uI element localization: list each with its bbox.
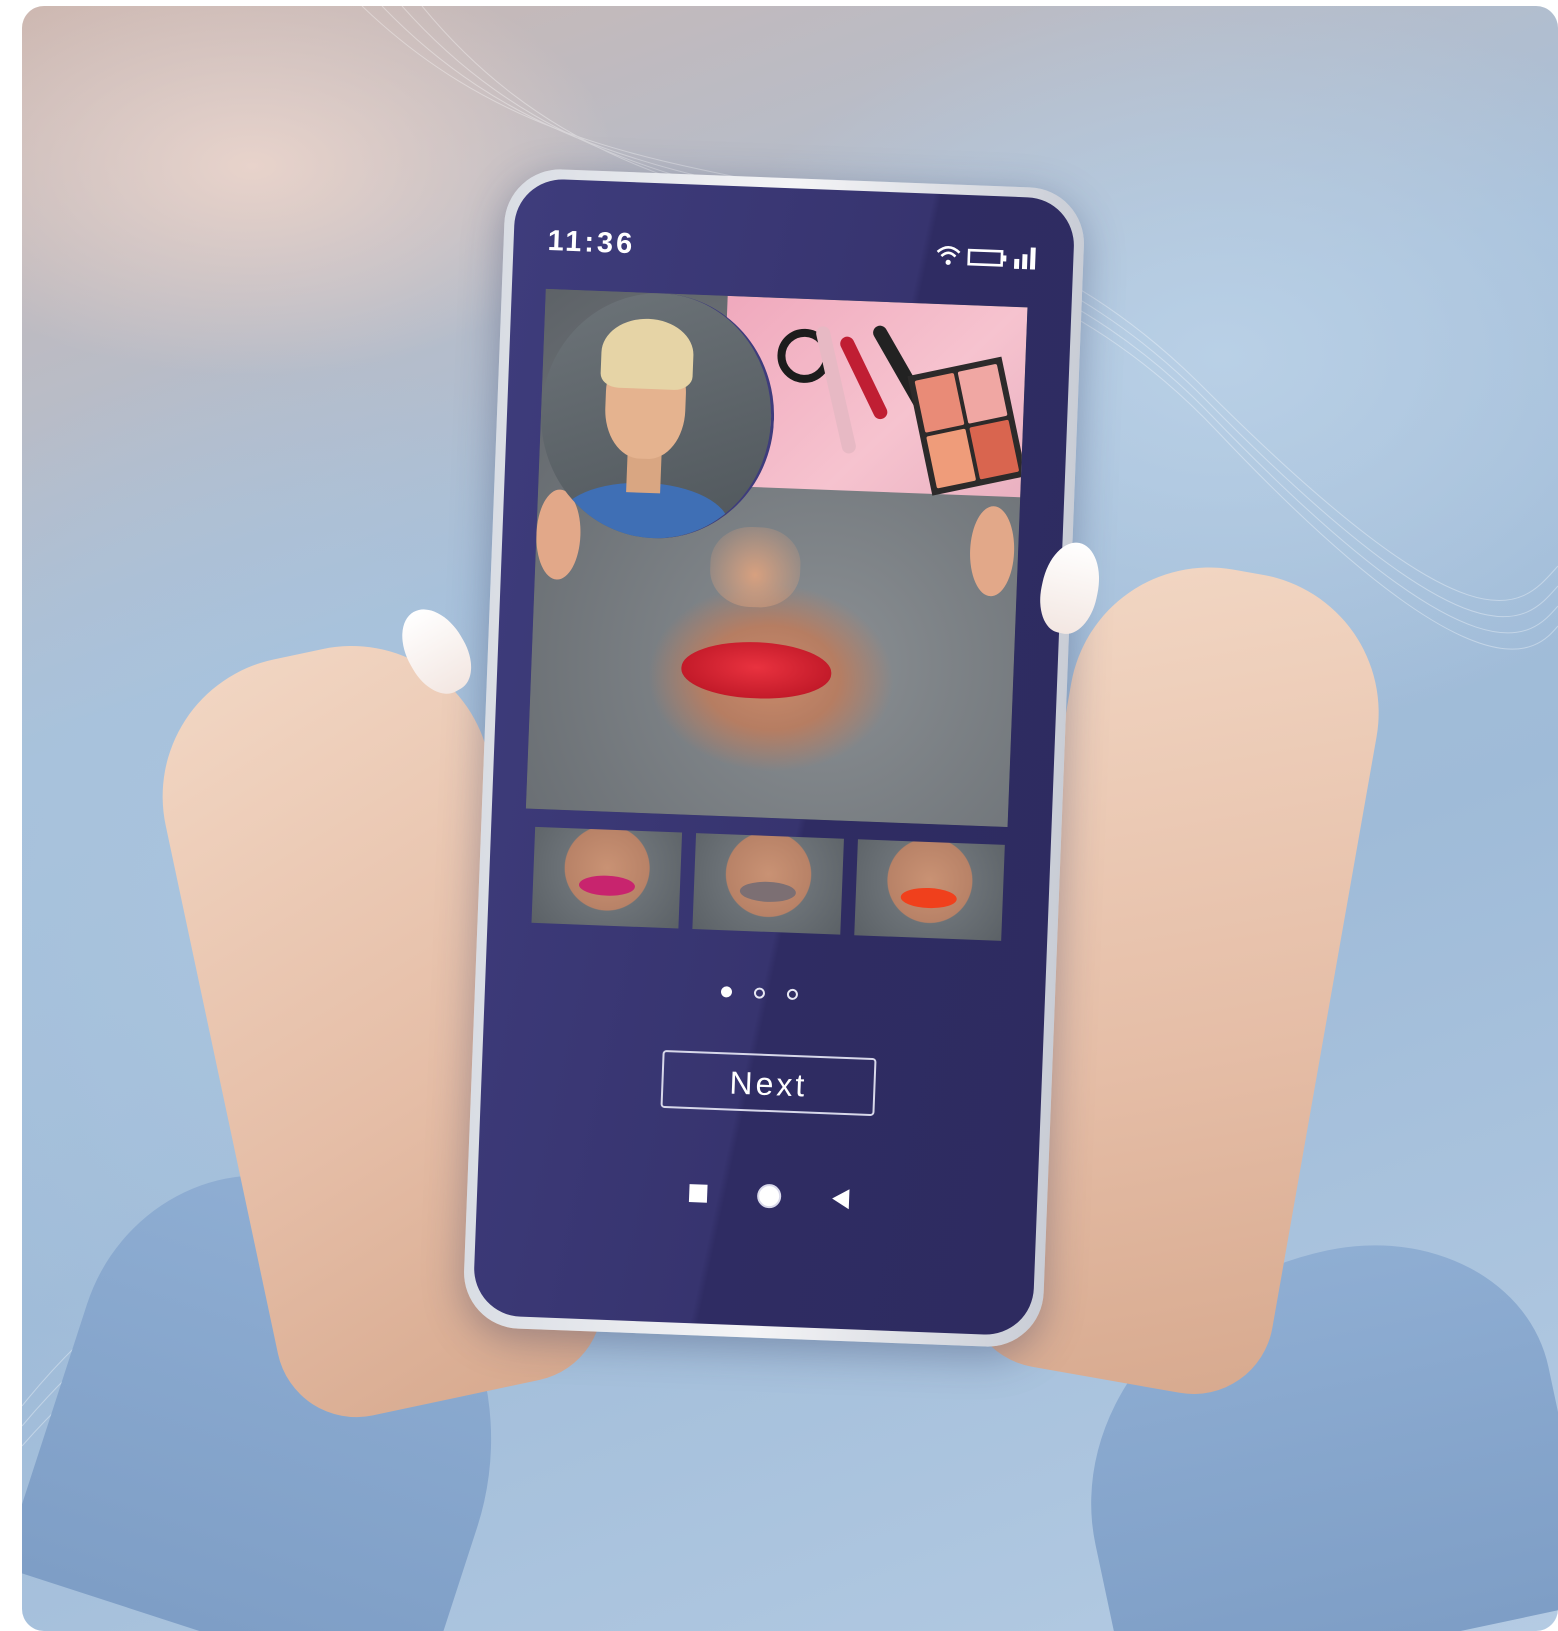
navigation-bar — [687, 1179, 852, 1213]
lipstick-option-orange-red[interactable] — [853, 839, 1005, 941]
status-time: 11:36 — [547, 224, 636, 261]
page-dot-1[interactable] — [720, 986, 733, 998]
lipstick-options — [531, 826, 1005, 941]
battery-icon — [967, 248, 1007, 267]
status-icons — [935, 242, 1040, 270]
lips-swatch — [739, 880, 797, 903]
background-photo: 11:36 Next — [22, 6, 1558, 1631]
wifi-icon — [936, 246, 961, 265]
pagination-dots — [720, 986, 799, 1001]
back-icon[interactable] — [829, 1186, 852, 1211]
page-dot-2[interactable] — [753, 987, 766, 999]
page-dot-3[interactable] — [786, 988, 799, 1001]
next-button[interactable]: Next — [660, 1049, 877, 1117]
lips-swatch — [900, 886, 958, 910]
lips-swatch — [578, 874, 635, 897]
lipstick-option-magenta[interactable] — [531, 826, 683, 929]
makeup-preview-image — [525, 288, 1028, 828]
blush-palette — [907, 356, 1027, 496]
smartphone: 11:36 Next — [461, 167, 1087, 1349]
lipstick-option-taupe[interactable] — [692, 833, 844, 935]
phone-screen: 11:36 Next — [472, 177, 1076, 1337]
home-icon[interactable] — [755, 1182, 784, 1211]
recents-icon[interactable] — [687, 1182, 710, 1205]
signal-icon — [1013, 247, 1036, 270]
